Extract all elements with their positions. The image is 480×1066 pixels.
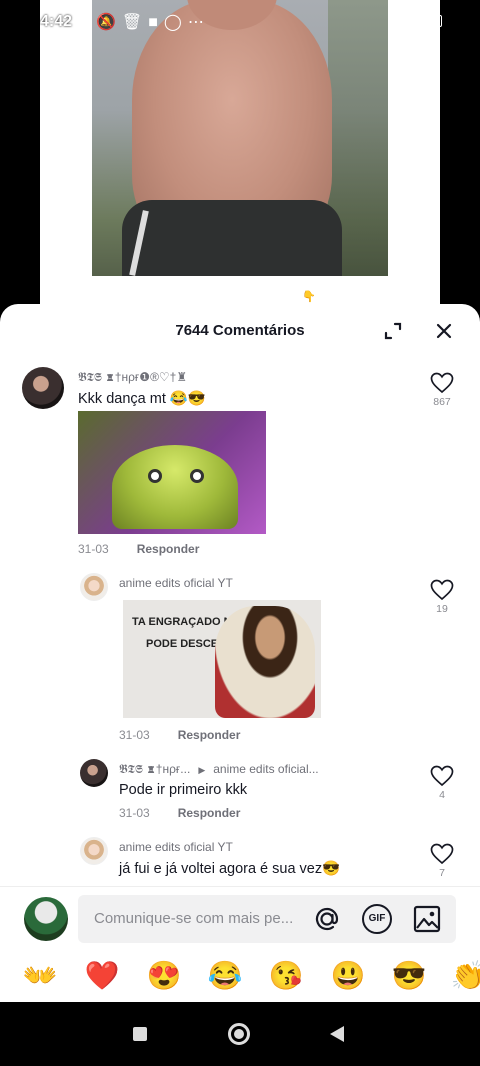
gif-button[interactable]: GIF	[362, 904, 392, 934]
like-count: 867	[433, 396, 451, 408]
emoji-button[interactable]: 😘	[266, 960, 306, 992]
like-count: 4	[439, 789, 445, 801]
mute-bell-icon: 🔕	[96, 14, 122, 31]
comment-input-bar: Comunique-se com mais pe... GIF	[0, 886, 480, 948]
recent-apps-button[interactable]	[133, 1027, 147, 1041]
emoji-button[interactable]: 😃	[328, 960, 368, 992]
status-right: ◠ 7	[404, 12, 442, 29]
comments-sheet: 7644 Comentários 𝕭𝕿𝕾 ♜†нρғ❶®♡†♜ Kkk danç…	[0, 304, 480, 1002]
avatar[interactable]	[80, 837, 108, 865]
heart-icon	[430, 843, 454, 865]
wifi-icon: ◠	[403, 12, 417, 28]
gif-label: GIF	[368, 913, 386, 924]
reply-button[interactable]: Responder	[137, 542, 200, 556]
comment-input[interactable]: Comunique-se com mais pe... GIF	[78, 895, 456, 943]
comment-sticker[interactable]	[78, 411, 266, 534]
emoji-button[interactable]: ❤️	[82, 960, 122, 992]
comment-date: 31-03	[78, 542, 109, 556]
heart-icon	[430, 372, 454, 394]
comments-header: 7644 Comentários	[0, 304, 480, 358]
comment-meta: 31-03 Responder	[78, 542, 199, 556]
current-user-avatar[interactable]	[24, 897, 68, 941]
heart-icon	[430, 579, 454, 601]
comment-username-line: 𝕭𝕿𝕾 ♜†нρғ... ▶ anime edits oficial...	[119, 762, 319, 777]
status-time: 4:42	[40, 13, 73, 30]
like-button[interactable]: 19	[427, 579, 457, 615]
video-person-shorts	[122, 200, 342, 276]
status-notification-icons: 🔕🗑■◯⋯	[96, 12, 210, 32]
like-button[interactable]: 4	[427, 765, 457, 801]
video-camera-icon: ■	[148, 14, 164, 31]
sticker-slime-body	[112, 445, 238, 529]
emoji-button[interactable]: 😎	[389, 960, 429, 992]
emoji-button[interactable]: 😍	[144, 960, 184, 992]
comment-username[interactable]: anime edits oficial YT	[119, 576, 233, 590]
app-root: 👇 4:42 🔕🗑■◯⋯ ◠ 7 7644 Comentários 𝕭𝕿𝕾 ♜†…	[0, 0, 480, 1066]
sticker-eye	[190, 469, 204, 483]
status-bar: 4:42 🔕🗑■◯⋯ ◠ 7	[0, 0, 480, 44]
heart-icon	[430, 765, 454, 787]
sticker-eye	[148, 469, 162, 483]
like-count: 19	[436, 603, 448, 615]
comment-sticker[interactable]: TA ENGRAÇADO NÉ... PODE DESCER	[123, 600, 321, 718]
system-nav-bar	[0, 1002, 480, 1066]
comments-title: 7644 Comentários	[175, 322, 305, 339]
trash-icon: 🗑	[121, 14, 149, 31]
comment-text: já fui e já voltei agora é sua vez😎	[119, 861, 341, 877]
like-button[interactable]: 867	[427, 372, 457, 408]
image-icon[interactable]	[412, 904, 442, 934]
battery-level: 7	[431, 16, 437, 26]
reply-arrow-icon: ▶	[198, 765, 206, 775]
at-icon[interactable]	[312, 904, 342, 934]
comment-username[interactable]: anime edits oficial YT	[119, 840, 233, 854]
close-icon[interactable]	[432, 319, 456, 343]
emoji-button[interactable]: 👐	[20, 960, 60, 992]
emoji-quick-bar: 👐 ❤️ 😍 😂 😘 😃 😎 👏	[0, 952, 480, 1002]
video-caption-emoji: 👇	[302, 291, 320, 303]
reply-to-username[interactable]: anime edits oficial...	[213, 762, 318, 776]
comment-date: 31-03	[119, 728, 150, 742]
video-player[interactable]: 👇	[40, 0, 440, 318]
home-button[interactable]	[228, 1023, 250, 1045]
avatar[interactable]	[22, 367, 64, 409]
reply-button[interactable]: Responder	[178, 806, 241, 820]
more-dots-icon: ⋯	[187, 14, 210, 31]
comment-date: 31-03	[119, 806, 150, 820]
like-button[interactable]: 7	[427, 843, 457, 879]
emoji-button[interactable]: 👏	[448, 960, 480, 992]
avatar[interactable]	[80, 759, 108, 787]
like-count: 7	[439, 867, 445, 879]
comment-meta: 31-03 Responder	[119, 728, 240, 742]
comment-meta: 31-03 Responder	[119, 806, 240, 820]
comment-input-placeholder: Comunique-se com mais pe...	[94, 910, 294, 927]
comment-username[interactable]: 𝕭𝕿𝕾 ♜†нρғ❶®♡†♜	[78, 370, 187, 385]
avatar[interactable]	[80, 573, 108, 601]
comment-username[interactable]: 𝕭𝕿𝕾 ♜†нρғ...	[119, 762, 190, 776]
back-button[interactable]	[330, 1026, 344, 1042]
whatsapp-icon: ◯	[163, 14, 188, 31]
comment-text: Kkk dança mt 😂😎	[78, 391, 206, 407]
sticker-figure	[215, 606, 315, 718]
emoji-button[interactable]: 😂	[205, 960, 245, 992]
battery-icon: 7	[426, 15, 442, 28]
comment-text: Pode ir primeiro kkk	[119, 782, 248, 798]
expand-icon[interactable]	[382, 320, 404, 342]
reply-button[interactable]: Responder	[178, 728, 241, 742]
